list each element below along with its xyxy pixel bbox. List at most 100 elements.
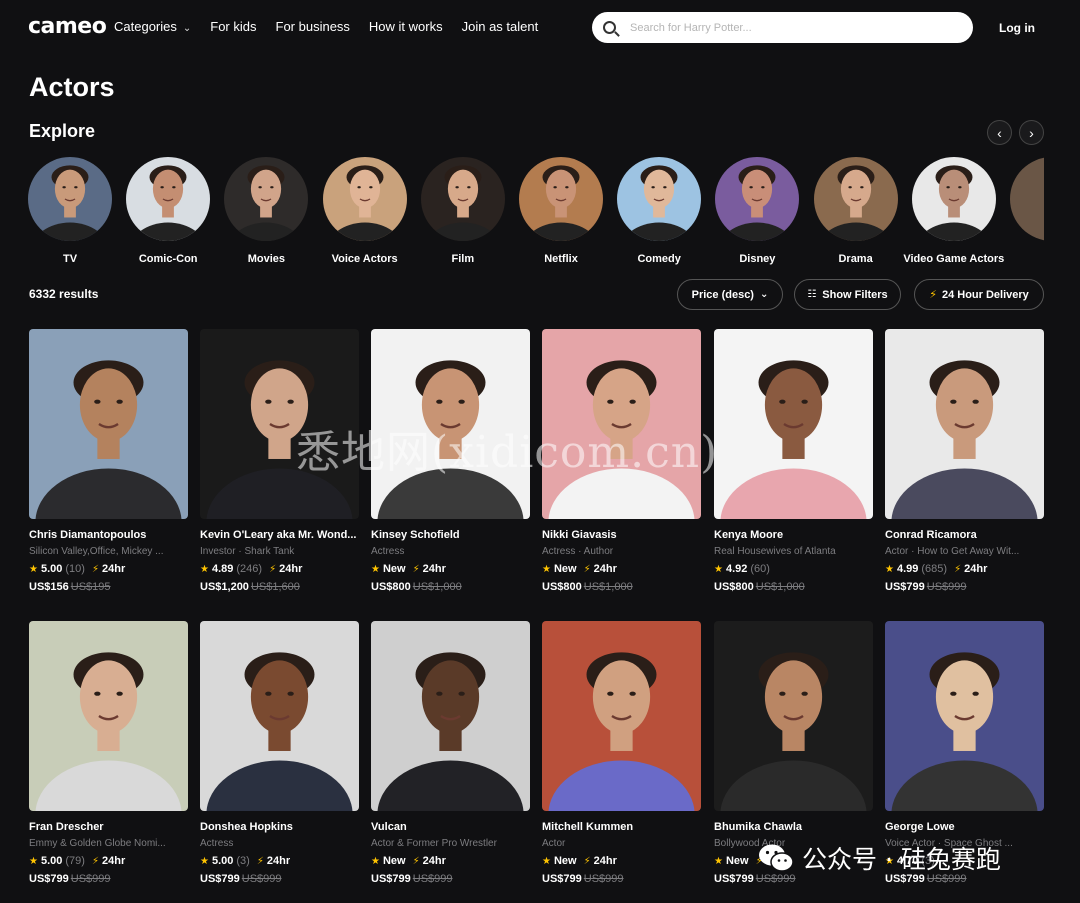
category-item-partial[interactable] — [1010, 157, 1044, 241]
category-item[interactable]: Movies — [224, 157, 309, 265]
category-carousel: TV Comic-Con Movies Voice Actors Film Netflix… — [28, 157, 1044, 267]
search-input[interactable] — [630, 21, 950, 34]
talent-card[interactable]: Kenya Moore Real Housewives of Atlanta ★ 4.… — [714, 329, 873, 593]
talent-card[interactable]: Conrad Ricamora Actor · How to Get Away W… — [885, 329, 1044, 593]
rating-count: (685) — [921, 563, 948, 575]
category-image — [911, 157, 996, 241]
talent-card[interactable]: Mitchell Kummen Actor ★ New ⚡ 24hr US$799 US$99… — [542, 621, 701, 885]
search-bar[interactable] — [592, 12, 973, 43]
talent-photo[interactable] — [885, 329, 1044, 519]
rating-count: (79) — [65, 855, 85, 867]
nav-how-it-works[interactable]: How it works — [369, 19, 443, 34]
login-link[interactable]: Log in — [999, 21, 1035, 35]
bolt-icon: ⚡ — [583, 563, 591, 575]
talent-price: US$799 US$999 — [29, 873, 188, 885]
delivery-filter-button[interactable]: ⚡ 24 Hour Delivery — [914, 279, 1044, 310]
current-price: US$799 — [714, 873, 754, 885]
talent-price: US$799 US$999 — [371, 873, 530, 885]
carousel-next-button[interactable]: › — [1019, 120, 1044, 145]
category-item[interactable]: Disney — [715, 157, 800, 265]
bolt-icon: ⚡ — [269, 563, 277, 575]
talent-card[interactable]: Fran Drescher Emmy & Golden Globe Nomi...… — [29, 621, 188, 885]
talent-role: Real Housewives of Atlanta — [714, 546, 836, 557]
talent-name[interactable]: George Lowe — [885, 821, 1044, 833]
talent-photo[interactable] — [885, 621, 1044, 811]
star-icon: ★ — [371, 855, 380, 867]
show-filters-button[interactable]: ☷ Show Filters — [794, 279, 901, 310]
rating-score: 4.89 — [211, 563, 234, 575]
category-item[interactable]: Comic-Con — [126, 157, 211, 265]
rating-score: 5.00 — [211, 855, 234, 867]
star-icon: ★ — [200, 855, 209, 867]
talent-name[interactable]: Mitchell Kummen — [542, 821, 701, 833]
category-item[interactable]: Netflix — [519, 157, 603, 265]
chevron-down-icon: ⌄ — [182, 23, 192, 34]
top-nav: cameo Categories ⌄ For kids For business … — [0, 0, 1080, 56]
star-icon: ★ — [542, 563, 551, 575]
nav-for-business[interactable]: For business — [276, 19, 350, 34]
category-item[interactable]: Comedy — [617, 157, 702, 265]
talent-photo[interactable] — [29, 621, 188, 811]
talent-photo[interactable] — [371, 621, 530, 811]
current-price: US$800 — [371, 581, 411, 593]
explore-heading: Explore — [29, 121, 96, 141]
page-title: Actors — [29, 72, 115, 102]
nav-for-kids[interactable]: For kids — [210, 19, 256, 34]
talent-rating: ★ 4.92 (60) — [714, 563, 873, 575]
category-image — [420, 157, 505, 241]
talent-photo[interactable] — [542, 621, 701, 811]
nav-categories[interactable]: Categories ⌄ — [114, 19, 191, 34]
category-item[interactable]: Film — [420, 157, 505, 265]
talent-card[interactable]: Vulcan Actor & Former Pro Wrestler ★ New ⚡ 24… — [371, 621, 530, 885]
talent-name[interactable]: Fran Drescher — [29, 821, 188, 833]
talent-photo[interactable] — [200, 621, 359, 811]
cameo-logo[interactable]: cameo — [28, 14, 107, 39]
delivery-filter-label: 24 Hour Delivery — [941, 288, 1029, 301]
talent-photo[interactable] — [714, 621, 873, 811]
nav-join-as-talent[interactable]: Join as talent — [462, 19, 539, 34]
talent-role: Silicon Valley,Office, Mickey ... — [29, 546, 164, 557]
star-icon: ★ — [29, 855, 38, 867]
category-image — [617, 157, 702, 241]
talent-name[interactable]: Conrad Ricamora — [885, 529, 1044, 541]
talent-name[interactable]: Donshea Hopkins — [200, 821, 359, 833]
star-icon: ★ — [714, 855, 723, 867]
delivery-speed: 24hr — [101, 855, 126, 867]
talent-name[interactable]: Kevin O'Leary aka Mr. Wond... — [200, 529, 359, 541]
category-item[interactable]: Video Game Actors — [903, 157, 1004, 265]
talent-photo[interactable] — [714, 329, 873, 519]
talent-photo[interactable] — [29, 329, 188, 519]
carousel-prev-button[interactable]: ‹ — [987, 120, 1012, 145]
current-price: US$1,200 — [200, 581, 249, 593]
star-icon: ★ — [885, 563, 894, 575]
rating-score: 5.00 — [40, 563, 63, 575]
category-image — [126, 157, 211, 241]
talent-rating: ★New ⚡24hr — [542, 563, 701, 575]
watermark-text: 悉地网(xidicom.cn) — [296, 427, 719, 478]
talent-card[interactable]: Chris Diamantopoulos Silicon Valley,Offic… — [29, 329, 188, 593]
show-filters-label: Show Filters — [822, 288, 888, 301]
talent-card[interactable]: Donshea Hopkins Actress ★ 5.00 (3) ⚡ 24hr US$79… — [200, 621, 359, 885]
talent-role: Investor · Shark Tank — [200, 546, 295, 557]
talent-name[interactable]: Bhumika Chawla — [714, 821, 873, 833]
star-icon: ★ — [714, 563, 723, 575]
rating-count: (60) — [750, 563, 770, 575]
chevron-down-icon: ⌄ — [759, 289, 769, 300]
talent-role: Actress — [200, 838, 234, 849]
talent-name[interactable]: Kinsey Schofield — [371, 529, 530, 541]
rating-score: 4.92 — [725, 563, 748, 575]
original-price: US$999 — [70, 873, 111, 885]
original-price: US$999 — [412, 873, 453, 885]
sort-dropdown[interactable]: Price (desc) ⌄ — [677, 279, 783, 310]
category-item[interactable]: Voice Actors — [322, 157, 407, 265]
talent-rating: ★ 5.00 (10) ⚡ 24hr — [29, 563, 188, 575]
category-item[interactable]: Drama — [813, 157, 898, 265]
talent-rating: ★New ⚡24hr — [371, 855, 530, 867]
delivery-speed: 24hr — [593, 855, 617, 867]
talent-rating: ★ 4.99 (685) ⚡ 24hr — [885, 563, 1044, 575]
talent-name[interactable]: Kenya Moore — [714, 529, 873, 541]
category-item[interactable]: TV — [28, 157, 112, 265]
talent-name[interactable]: Chris Diamantopoulos — [29, 529, 188, 541]
talent-name[interactable]: Vulcan — [371, 821, 530, 833]
talent-name[interactable]: Nikki Giavasis — [542, 529, 701, 541]
